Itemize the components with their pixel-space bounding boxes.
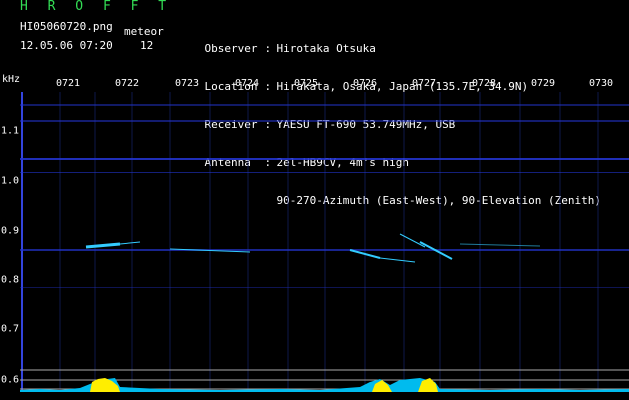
observer-key: Observer [204, 42, 258, 55]
freq-label: 1.0 [1, 175, 20, 187]
frequency-axis: 1.1 1.0 0.9 0.8 0.7 0.6 [0, 0, 20, 400]
time-axis: 0721 0722 0723 0724 0725 0726 0727 0728 … [0, 78, 629, 92]
time-label: 0721 [55, 78, 81, 89]
filename: HI05060720.png [20, 20, 113, 33]
freq-label: 1.1 [1, 125, 20, 137]
time-label: 0726 [352, 78, 378, 89]
vertical-noise [59, 92, 599, 392]
tick-column [21, 92, 23, 392]
time-label: 0728 [471, 78, 497, 89]
meteor-count: 12 [140, 39, 154, 52]
time-label: 0723 [174, 78, 200, 89]
app-title: H R O F F T [20, 0, 173, 14]
meteor-label: meteor [124, 25, 164, 38]
time-label: 0730 [588, 78, 614, 89]
datetime: 12.05.06 07:20 [20, 39, 113, 52]
station-info: Observer: Hirotaka Otsuka Location: Hiraka… [178, 3, 628, 207]
spectrogram [20, 92, 629, 392]
time-label: 0729 [530, 78, 556, 89]
header-left: H R O F F T HI05060720.png 12.05.06 07:2… [0, 0, 170, 70]
time-label: 0724 [234, 78, 260, 89]
observer-value: Hirotaka Otsuka [276, 42, 376, 55]
time-label: 0725 [293, 78, 319, 89]
freq-label: 0.9 [1, 225, 20, 237]
meteor-echoes [85, 233, 541, 263]
freq-label: 0.7 [1, 323, 20, 335]
time-label: 0722 [114, 78, 140, 89]
freq-label: 0.6 [1, 374, 20, 386]
time-label: 0727 [411, 78, 437, 89]
observer-row: Observer: Hirotaka Otsuka [204, 42, 376, 55]
freq-label: 0.8 [1, 274, 20, 286]
